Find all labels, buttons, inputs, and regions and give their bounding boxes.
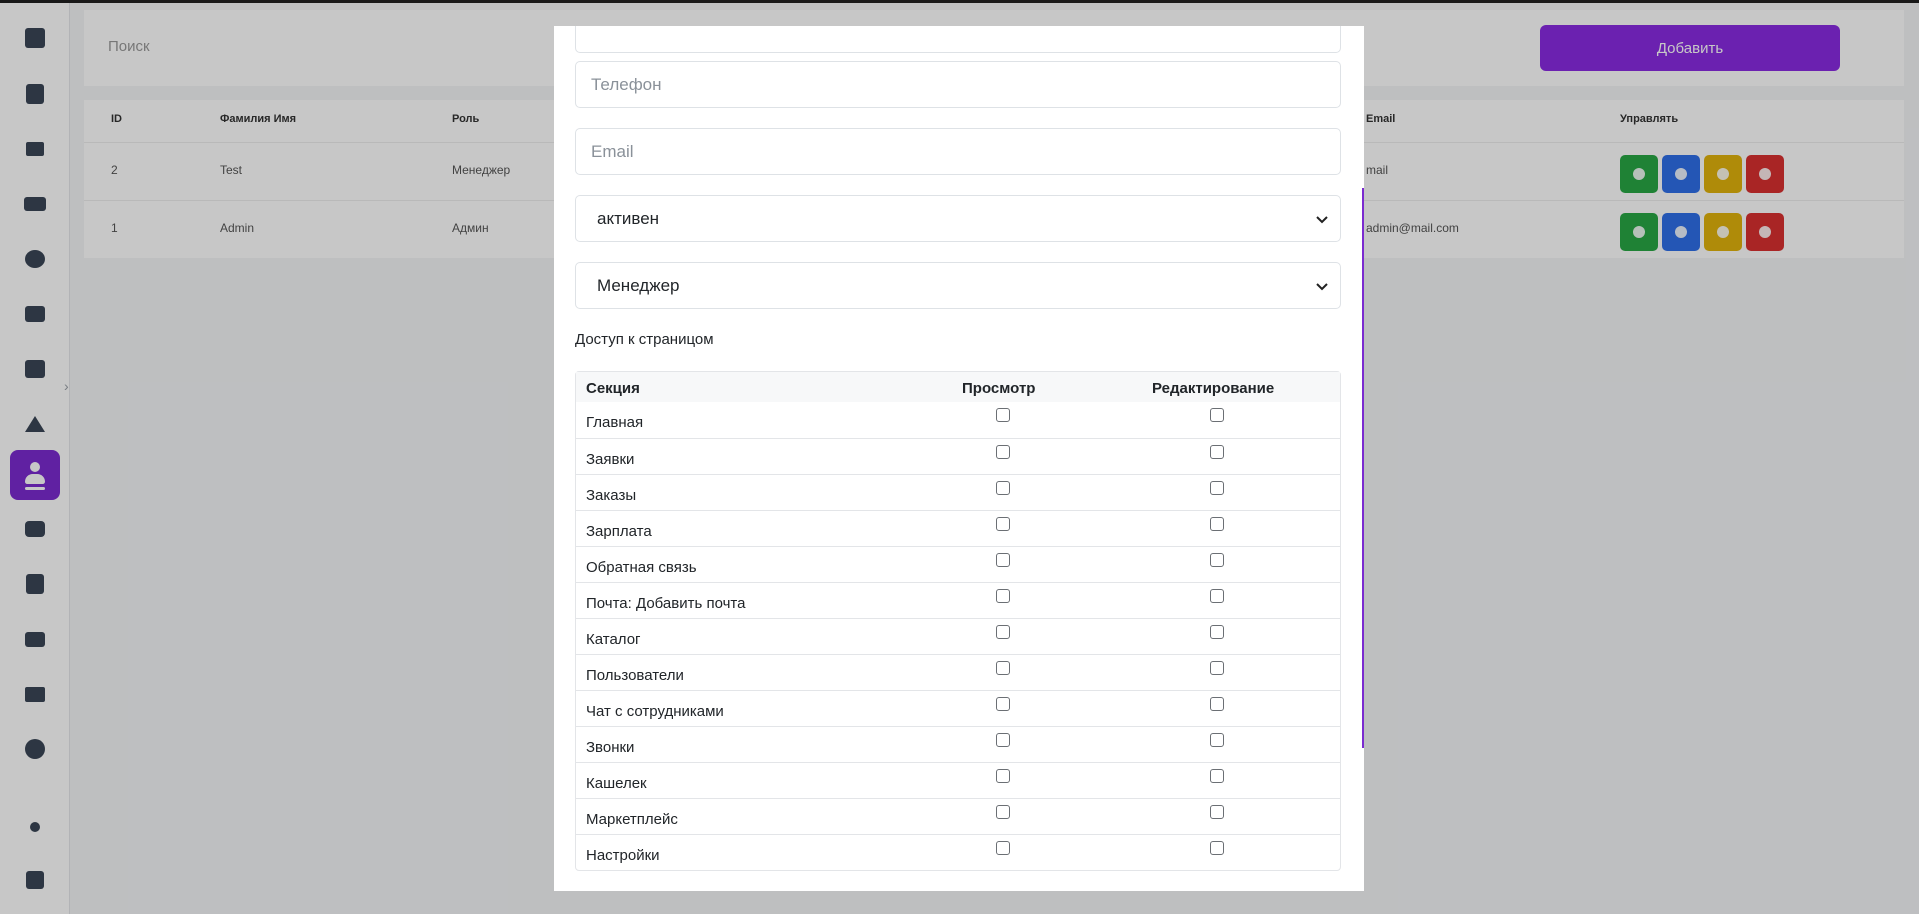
edit-checkbox[interactable] <box>1210 769 1224 783</box>
permission-row: Главная <box>576 402 1340 438</box>
permission-row: Заявки <box>576 438 1340 474</box>
permission-section-label: Звонки <box>586 739 635 756</box>
view-checkbox[interactable] <box>996 697 1010 711</box>
permission-section-label: Маркетплейс <box>586 811 678 828</box>
status-select[interactable]: активен <box>575 195 1341 242</box>
edit-checkbox[interactable] <box>1210 841 1224 855</box>
role-select[interactable]: Менеджер <box>575 262 1341 309</box>
edit-checkbox[interactable] <box>1210 733 1224 747</box>
email-field[interactable] <box>575 128 1341 175</box>
permission-row: Настройки <box>576 834 1340 870</box>
view-checkbox[interactable] <box>996 625 1010 639</box>
edit-checkbox[interactable] <box>1210 408 1224 422</box>
permission-section-label: Чат с сотрудниками <box>586 703 724 720</box>
permission-section-label: Главная <box>586 414 644 431</box>
permission-section-label: Заявки <box>586 451 635 468</box>
modal-scrollbar-thumb[interactable] <box>1362 188 1364 748</box>
view-checkbox[interactable] <box>996 589 1010 603</box>
view-checkbox[interactable] <box>996 841 1010 855</box>
view-checkbox[interactable] <box>996 408 1010 422</box>
edit-checkbox[interactable] <box>1210 697 1224 711</box>
permission-section-label: Каталог <box>586 631 641 648</box>
edit-user-modal: активен Менеджер Доступ к страницом Секц… <box>554 26 1364 891</box>
permission-section-label: Кашелек <box>586 775 647 792</box>
edit-checkbox[interactable] <box>1210 517 1224 531</box>
header-edit: Редактирование <box>1152 380 1275 397</box>
view-checkbox[interactable] <box>996 661 1010 675</box>
name-field[interactable] <box>575 26 1341 53</box>
edit-checkbox[interactable] <box>1210 805 1224 819</box>
permission-section-label: Почта: Добавить почта <box>586 595 746 612</box>
chevron-down-icon <box>1316 283 1328 291</box>
view-checkbox[interactable] <box>996 481 1010 495</box>
access-label: Доступ к страницом <box>575 331 714 348</box>
role-select-value: Менеджер <box>597 275 680 295</box>
view-checkbox[interactable] <box>996 517 1010 531</box>
phone-field[interactable] <box>575 61 1341 108</box>
edit-checkbox[interactable] <box>1210 589 1224 603</box>
edit-checkbox[interactable] <box>1210 481 1224 495</box>
edit-checkbox[interactable] <box>1210 625 1224 639</box>
view-checkbox[interactable] <box>996 769 1010 783</box>
permission-section-label: Заказы <box>586 487 637 504</box>
permission-row: Заказы <box>576 474 1340 510</box>
permissions-table: Секция Просмотр Редактирование Главная За… <box>575 371 1341 871</box>
header-view: Просмотр <box>962 380 1036 397</box>
permission-section-label: Настройки <box>586 847 660 864</box>
permission-row: Чат с сотрудниками <box>576 690 1340 726</box>
permission-section-label: Обратная связь <box>586 559 697 576</box>
view-checkbox[interactable] <box>996 445 1010 459</box>
permission-row: Зарплата <box>576 510 1340 546</box>
permission-row: Кашелек <box>576 762 1340 798</box>
modal-scrollbar[interactable] <box>1362 26 1364 891</box>
permission-row: Обратная связь <box>576 546 1340 582</box>
permission-row: Звонки <box>576 726 1340 762</box>
chevron-down-icon <box>1316 216 1328 224</box>
header-section: Секция <box>586 380 640 397</box>
permission-row: Пользователи <box>576 654 1340 690</box>
permission-section-label: Зарплата <box>586 523 652 540</box>
permissions-table-header: Секция Просмотр Редактирование <box>576 372 1340 402</box>
view-checkbox[interactable] <box>996 553 1010 567</box>
edit-checkbox[interactable] <box>1210 553 1224 567</box>
view-checkbox[interactable] <box>996 733 1010 747</box>
permission-row: Маркетплейс <box>576 798 1340 834</box>
edit-checkbox[interactable] <box>1210 445 1224 459</box>
edit-checkbox[interactable] <box>1210 661 1224 675</box>
status-select-value: активен <box>597 208 660 228</box>
permission-row: Каталог <box>576 618 1340 654</box>
permission-row: Почта: Добавить почта <box>576 582 1340 618</box>
view-checkbox[interactable] <box>996 805 1010 819</box>
permission-section-label: Пользователи <box>586 667 684 684</box>
